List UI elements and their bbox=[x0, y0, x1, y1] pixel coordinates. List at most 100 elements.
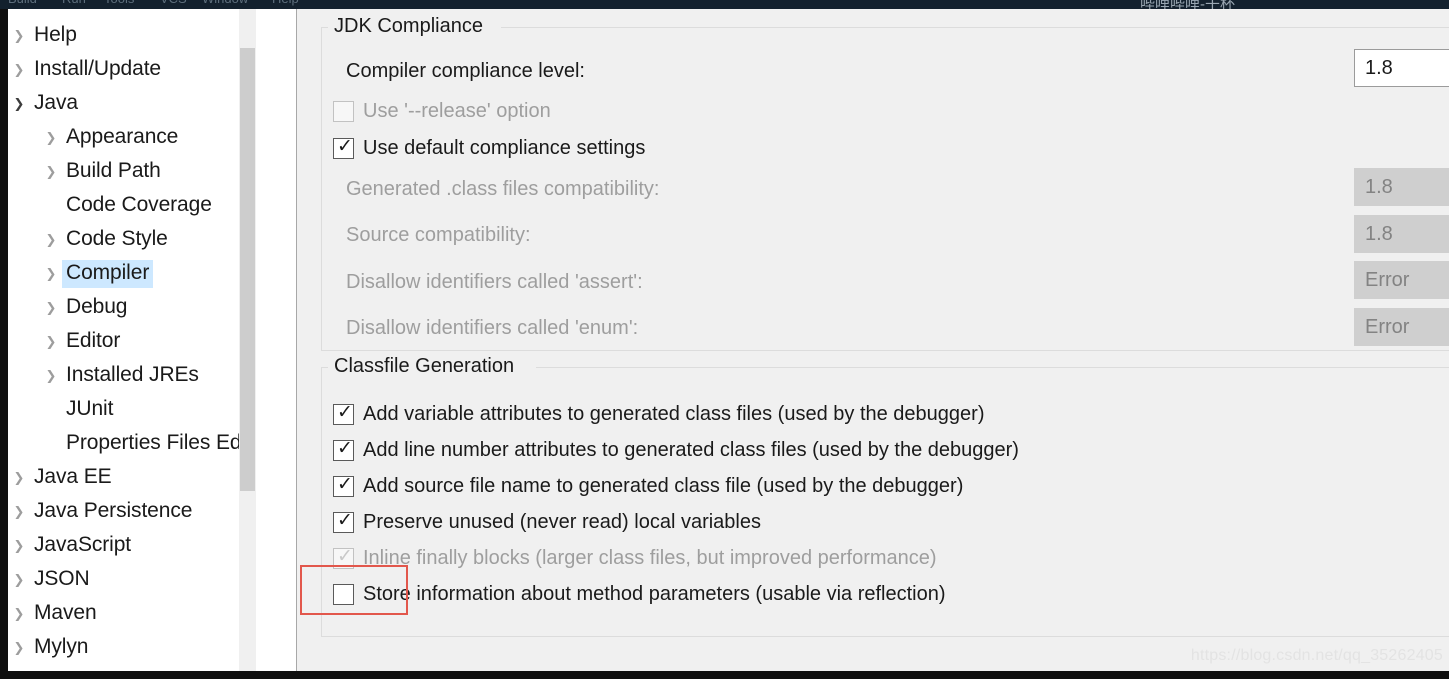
use-release-option-row[interactable]: Use '--release' option bbox=[333, 91, 551, 131]
store-method-parameters-checkbox[interactable] bbox=[333, 583, 354, 605]
chevron-down-icon[interactable]: ❯ bbox=[8, 98, 30, 111]
tree-item-json[interactable]: ❯ JSON bbox=[8, 563, 94, 597]
menu-item-tools[interactable]: Tools bbox=[104, 0, 134, 6]
disallow-assert-combo[interactable]: Error bbox=[1354, 261, 1449, 299]
chevron-right-icon[interactable]: ❯ bbox=[40, 302, 62, 315]
tree-item-help[interactable]: ❯ Help bbox=[8, 19, 81, 53]
menu-item-window[interactable]: Window bbox=[202, 0, 248, 6]
generated-class-compat-row: Generated .class files compatibility: bbox=[346, 169, 659, 209]
add-line-number-attributes-checkbox[interactable]: ✓ bbox=[333, 436, 354, 461]
check-icon: ✓ bbox=[337, 508, 353, 531]
tree-item-label: JSON bbox=[34, 567, 90, 590]
sidebar-scrollbar-thumb[interactable] bbox=[240, 48, 255, 491]
tree-item-maven[interactable]: ❯ Maven bbox=[8, 597, 101, 631]
tree-item-gradle[interactable]: ❯ Gradle bbox=[8, 9, 100, 19]
tree-item-oomph[interactable]: ❯ Oomph bbox=[8, 665, 106, 671]
store-method-parameters-label: Store information about method parameter… bbox=[363, 582, 946, 605]
tree-item-install-update[interactable]: ❯ Install/Update bbox=[8, 53, 165, 87]
compiler-compliance-level-combo[interactable]: 1.8 bbox=[1354, 49, 1449, 87]
menu-item-help[interactable]: Help bbox=[272, 0, 299, 6]
tree-item-label: Code Coverage bbox=[66, 193, 212, 216]
chevron-right-icon[interactable]: ❯ bbox=[8, 506, 30, 519]
check-icon: ✓ bbox=[337, 436, 353, 459]
chevron-right-icon[interactable]: ❯ bbox=[40, 166, 62, 179]
inline-finally-blocks-checkbox[interactable]: ✓ bbox=[333, 544, 354, 569]
tree-item-editor[interactable]: ❯ Editor bbox=[8, 325, 124, 359]
window-frame-bottom bbox=[0, 671, 1449, 679]
preference-tree[interactable]: ❯ Gradle ❯ Help ❯ Install/Update ❯ Java … bbox=[8, 9, 256, 671]
add-variable-attributes-label: Add variable attributes to generated cla… bbox=[363, 402, 985, 425]
tree-item-label: Code Style bbox=[66, 227, 168, 250]
tree-item-java-persistence[interactable]: ❯ Java Persistence bbox=[8, 495, 196, 529]
tree-item-debug[interactable]: ❯ Debug bbox=[8, 291, 131, 325]
tree-item-label: Build Path bbox=[66, 159, 161, 182]
add-variable-attributes-row[interactable]: ✓ Add variable attributes to generated c… bbox=[333, 394, 984, 434]
add-variable-attributes-checkbox[interactable]: ✓ bbox=[333, 401, 354, 425]
tree-item-java[interactable]: ❯ Java bbox=[8, 87, 82, 121]
tree-item-label: Compiler bbox=[62, 260, 154, 288]
check-icon: ✓ bbox=[337, 134, 353, 157]
disallow-assert-label: Disallow identifiers called 'assert': bbox=[346, 270, 643, 293]
combo-value: 1.8 bbox=[1365, 175, 1393, 198]
chevron-right-icon[interactable]: ❯ bbox=[40, 234, 62, 247]
disallow-enum-row: Disallow identifiers called 'enum': bbox=[346, 308, 638, 348]
add-source-file-name-checkbox[interactable]: ✓ bbox=[333, 472, 354, 497]
classfile-generation-group: Classfile Generation ✓ Add variable attr… bbox=[321, 355, 1449, 637]
generated-class-compat-label: Generated .class files compatibility: bbox=[346, 177, 660, 200]
use-default-compliance-checkbox[interactable]: ✓ bbox=[333, 134, 354, 159]
compiler-compliance-level-label: Compiler compliance level: bbox=[346, 59, 585, 82]
tree-item-mylyn[interactable]: ❯ Mylyn bbox=[8, 631, 92, 665]
tree-item-label: Debug bbox=[66, 295, 128, 318]
check-icon: ✓ bbox=[337, 544, 353, 567]
check-icon: ✓ bbox=[337, 472, 353, 495]
tree-item-build-path[interactable]: ❯ Build Path bbox=[8, 155, 165, 189]
chevron-right-icon[interactable]: ❯ bbox=[8, 472, 30, 485]
disallow-enum-combo[interactable]: Error bbox=[1354, 308, 1449, 346]
chevron-right-icon[interactable]: ❯ bbox=[8, 574, 30, 587]
menu-item-run[interactable]: Run bbox=[62, 0, 86, 6]
tree-item-properties-files-editor[interactable]: ❯ Properties Files Editor bbox=[8, 427, 256, 461]
tree-item-java-ee[interactable]: ❯ Java EE bbox=[8, 461, 116, 495]
add-source-file-name-row[interactable]: ✓ Add source file name to generated clas… bbox=[333, 466, 963, 506]
tree-item-compiler[interactable]: ❯ Compiler bbox=[8, 257, 154, 291]
chevron-right-icon[interactable]: ❯ bbox=[8, 608, 30, 621]
menu-item-vcs[interactable]: VCS bbox=[160, 0, 187, 6]
use-release-option-checkbox[interactable] bbox=[333, 100, 354, 122]
tree-item-label: Java EE bbox=[34, 465, 112, 488]
preserve-unused-locals-row[interactable]: ✓ Preserve unused (never read) local var… bbox=[333, 502, 761, 542]
tree-item-label: Mylyn bbox=[34, 635, 89, 658]
use-default-compliance-row[interactable]: ✓ Use default compliance settings bbox=[333, 128, 645, 168]
watermark-text: https://blog.csdn.net/qq_35262405 bbox=[1190, 647, 1443, 664]
tree-item-installed-jres[interactable]: ❯ Installed JREs bbox=[8, 359, 203, 393]
store-method-parameters-row[interactable]: Store information about method parameter… bbox=[333, 574, 946, 614]
generated-class-compat-combo[interactable]: 1.8 bbox=[1354, 168, 1449, 206]
tree-item-junit[interactable]: ❯ JUnit bbox=[8, 393, 117, 427]
source-compat-combo[interactable]: 1.8 bbox=[1354, 215, 1449, 253]
tree-item-label: Install/Update bbox=[34, 57, 162, 80]
compiler-preferences-panel: JDK Compliance Compiler compliance level… bbox=[296, 9, 1449, 671]
chevron-right-icon[interactable]: ❯ bbox=[40, 336, 62, 349]
compiler-compliance-level-row: Compiler compliance level: bbox=[346, 51, 585, 91]
chevron-right-icon[interactable]: ❯ bbox=[40, 370, 62, 383]
tree-item-label: Editor bbox=[66, 329, 121, 352]
tree-item-appearance[interactable]: ❯ Appearance bbox=[8, 121, 182, 155]
tree-item-code-coverage[interactable]: ❯ Code Coverage bbox=[8, 189, 216, 223]
use-default-compliance-label: Use default compliance settings bbox=[363, 136, 646, 159]
menu-item-build[interactable]: Build bbox=[8, 0, 37, 6]
preserve-unused-locals-checkbox[interactable]: ✓ bbox=[333, 508, 354, 533]
tree-item-javascript[interactable]: ❯ JavaScript bbox=[8, 529, 135, 563]
chevron-right-icon[interactable]: ❯ bbox=[8, 30, 30, 43]
chevron-right-icon[interactable]: ❯ bbox=[8, 64, 30, 77]
panel-gutter bbox=[256, 9, 296, 671]
tree-item-code-style[interactable]: ❯ Code Style bbox=[8, 223, 172, 257]
sidebar-scrollbar-track[interactable] bbox=[239, 9, 256, 671]
chevron-right-icon[interactable]: ❯ bbox=[8, 642, 30, 655]
chevron-right-icon[interactable]: ❯ bbox=[40, 132, 62, 145]
inline-finally-blocks-row[interactable]: ✓ Inline finally blocks (larger class fi… bbox=[333, 538, 937, 578]
chevron-right-icon[interactable]: ❯ bbox=[8, 540, 30, 553]
add-line-number-attributes-row[interactable]: ✓ Add line number attributes to generate… bbox=[333, 430, 1019, 470]
window-title-text: 哔哩哔哩-干杯 bbox=[1140, 0, 1235, 9]
tree-item-label: JUnit bbox=[66, 397, 114, 420]
source-compat-row: Source compatibility: bbox=[346, 215, 531, 255]
chevron-right-icon[interactable]: ❯ bbox=[40, 268, 62, 281]
